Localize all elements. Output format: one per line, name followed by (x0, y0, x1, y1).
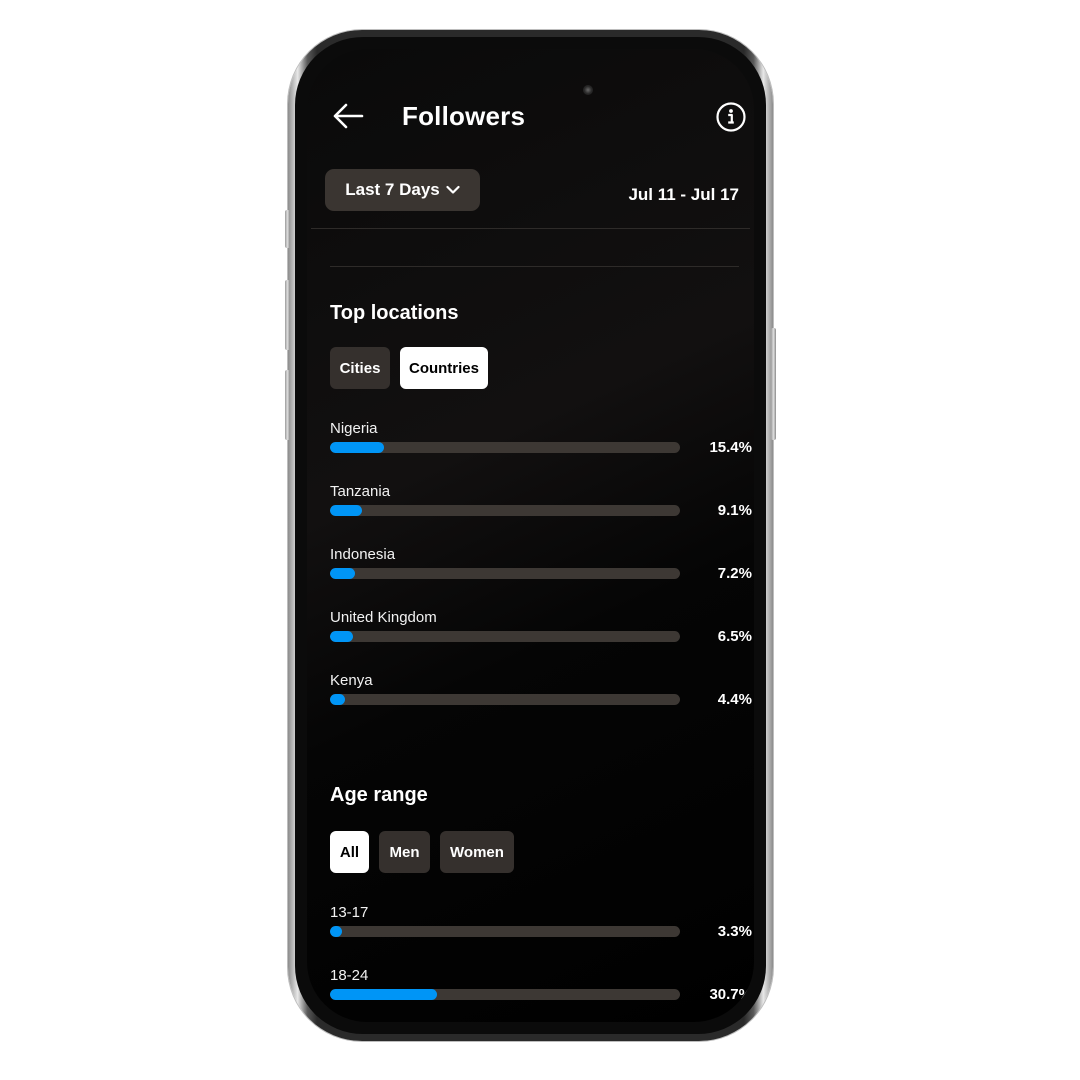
bar-value: 6.5% (717, 628, 752, 645)
bar-value: 30.7% (709, 986, 752, 1003)
bar-track (330, 505, 680, 516)
bar-row-label: 13-17 (330, 904, 369, 921)
tab-all-label: All (339, 843, 360, 861)
tab-women[interactable]: Women (440, 831, 514, 873)
bar-value: 9.1% (717, 502, 752, 519)
tab-women-label: Women (450, 843, 504, 861)
phone-frame: Followers Last 7 Days Jul 11 - Jul 17 To… (285, 30, 776, 1041)
tab-countries[interactable]: Countries (400, 347, 488, 389)
date-range-dropdown[interactable]: Last 7 Days (325, 169, 480, 211)
bar-value: 15.4% (709, 439, 752, 456)
bar-track (330, 568, 680, 579)
bar-value: 7.2% (717, 565, 752, 582)
bar-track (330, 442, 680, 453)
bar-row-label: Nigeria (330, 420, 378, 437)
bar-track (330, 694, 680, 705)
bar-fill (330, 694, 346, 705)
bar-fill (330, 505, 362, 516)
bar-fill (330, 442, 384, 453)
bar-fill (330, 631, 353, 642)
front-camera (583, 85, 593, 95)
divider (311, 228, 750, 229)
action-button (285, 210, 290, 248)
volume-up-button (285, 280, 290, 350)
age-range-title: Age range (330, 784, 428, 806)
page-title: Followers (402, 101, 526, 131)
tab-men-label: Men (389, 843, 420, 861)
info-button[interactable] (715, 101, 747, 133)
back-button[interactable] (331, 101, 365, 131)
bar-fill (330, 989, 438, 1000)
bar-track (330, 926, 680, 937)
bar-value: 3.3% (717, 923, 752, 940)
tab-countries-label: Countries (408, 359, 479, 377)
bar-row-label: Indonesia (330, 546, 396, 563)
bezel: Followers Last 7 Days Jul 11 - Jul 17 To… (295, 37, 766, 1034)
screen: Followers Last 7 Days Jul 11 - Jul 17 To… (307, 49, 754, 1022)
power-button (771, 328, 776, 440)
tab-all[interactable]: All (330, 831, 369, 873)
top-locations-title: Top locations (330, 302, 459, 324)
bar-row-label: 18-24 (330, 967, 369, 984)
bar-row-label: Tanzania (330, 483, 391, 500)
tab-cities[interactable]: Cities (330, 347, 390, 389)
bar-value: 4.4% (717, 691, 752, 708)
bar-row-label: United Kingdom (330, 609, 437, 626)
bar-track (330, 989, 680, 1000)
bar-track (330, 631, 680, 642)
bar-row-label: Kenya (330, 672, 373, 689)
bar-fill (330, 926, 342, 937)
bar-fill (330, 568, 356, 579)
volume-down-button (285, 370, 290, 440)
divider (330, 266, 739, 267)
date-range-dropdown-label: Last 7 Days (345, 180, 440, 199)
info-circle-icon (716, 102, 746, 132)
date-range-text: Jul 11 - Jul 17 (628, 185, 739, 204)
arrow-left-icon (333, 103, 364, 129)
chevron-down-icon (446, 185, 460, 194)
tab-men[interactable]: Men (379, 831, 430, 873)
tab-cities-label: Cities (339, 359, 381, 377)
